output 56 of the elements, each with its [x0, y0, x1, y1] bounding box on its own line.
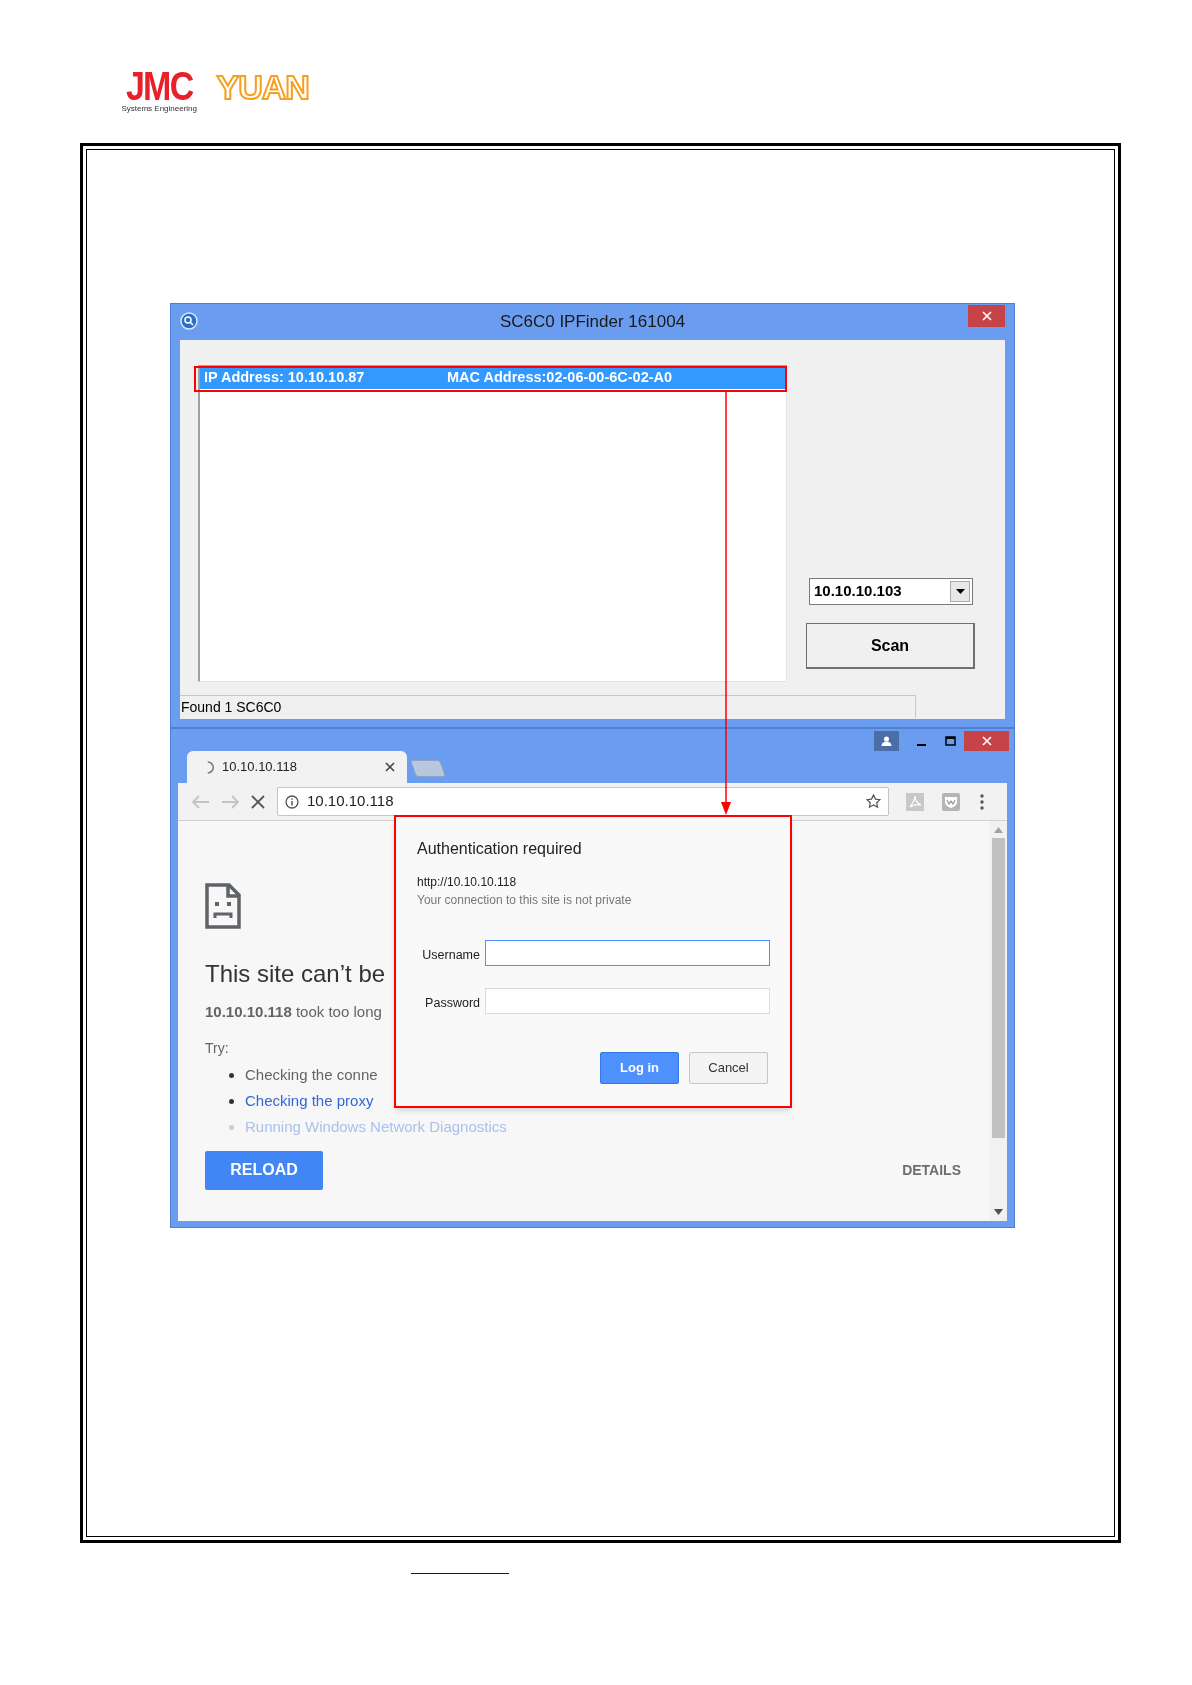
close-icon — [385, 762, 395, 772]
scan-button[interactable]: Scan — [806, 623, 975, 669]
bullet-icon — [229, 1099, 234, 1104]
ip-address: IP Address: 10.10.10.87 — [204, 368, 365, 388]
app-icon — [180, 312, 198, 330]
logo-tagline: Systems Engineering — [121, 104, 197, 113]
user-icon — [881, 736, 892, 746]
dialog-title: Authentication required — [417, 839, 582, 859]
bullet-icon — [229, 1125, 234, 1130]
dialog-note: Your connection to this site is not private — [417, 892, 632, 909]
interface-dropdown[interactable]: 10.10.10.103 — [809, 578, 973, 605]
close-button[interactable] — [968, 305, 1005, 327]
field-label: Password — [425, 995, 480, 1012]
mac-address: MAC Address:02-06-00-6C-02-A0 — [447, 368, 673, 388]
menu-icon[interactable] — [980, 793, 984, 810]
error-heading: This site can’t be — [205, 959, 387, 989]
error-message: 10.10.10.118 took too long — [205, 1002, 382, 1022]
sad-page-icon — [205, 883, 241, 929]
address-text: 10.10.10.118 — [307, 791, 395, 812]
scrollbar[interactable] — [990, 821, 1007, 1221]
field-label: Username — [422, 947, 480, 964]
profile-button[interactable] — [874, 731, 899, 751]
stop-icon[interactable] — [251, 794, 265, 809]
shield-extension-icon[interactable] — [942, 792, 960, 811]
suggestion-text: Running Windows Network Diagnostics — [245, 1117, 507, 1138]
try-label: Try: — [205, 1038, 230, 1058]
bullet-icon — [229, 1073, 234, 1078]
reload-button[interactable]: RELOAD — [205, 1150, 323, 1190]
suggestion-link[interactable]: Checking the proxy — [245, 1090, 374, 1113]
tab-title: 10.10.10.118 — [222, 758, 298, 777]
input-field[interactable] — [485, 940, 770, 966]
minimize-icon — [916, 744, 926, 746]
details-button[interactable]: DETAILS — [902, 1159, 961, 1181]
address-bar[interactable]: 10.10.10.118 — [277, 787, 889, 816]
loading-spinner-icon — [207, 760, 214, 774]
close-icon — [981, 311, 992, 321]
status-bar: Found 1 SC6C0 — [180, 695, 916, 718]
browser-tab[interactable]: 10.10.10.118 — [187, 751, 407, 783]
caret-icon — [955, 589, 965, 594]
scroll-down-icon[interactable] — [994, 1209, 1003, 1215]
cancel-button[interactable]: Cancel — [689, 1052, 768, 1084]
star-icon[interactable] — [866, 794, 881, 809]
forward-icon[interactable] — [221, 794, 239, 809]
maximize-icon — [944, 736, 956, 746]
partner-logo: YUAN — [216, 69, 309, 105]
window-title: SC6C0 IPFinder 161004 — [499, 311, 686, 334]
new-tab-button[interactable] — [409, 760, 447, 777]
scroll-up-icon[interactable] — [994, 827, 1003, 833]
back-icon[interactable] — [192, 794, 210, 809]
close-icon — [981, 736, 992, 746]
scrollbar-thumb[interactable] — [992, 838, 1005, 1138]
info-icon — [285, 794, 299, 809]
brand-logo: JMC — [125, 68, 193, 104]
dialog-origin: http://10.10.10.118 — [417, 874, 517, 891]
suggestion-text: Checking the conne — [245, 1065, 378, 1086]
pdf-extension-icon[interactable] — [906, 792, 924, 811]
